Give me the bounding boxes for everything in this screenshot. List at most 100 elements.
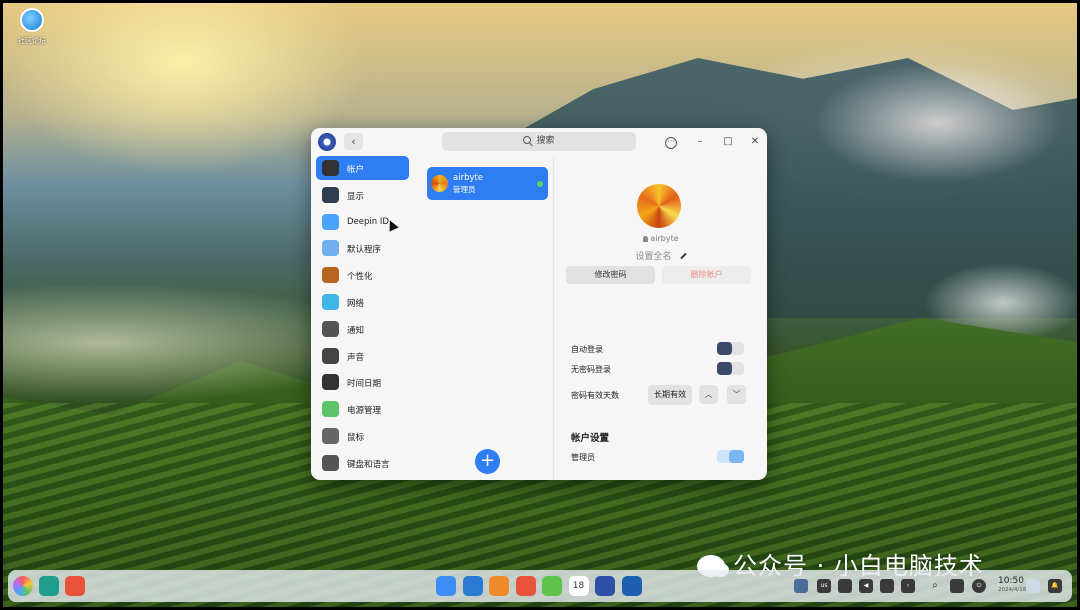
sidebar-item-5[interactable]: 网络 — [316, 290, 409, 314]
sidebar-item-10[interactable]: 鼠标 — [316, 424, 409, 448]
account-role: 管理员 — [453, 185, 476, 194]
keyboard-layout-indicator[interactable]: us — [817, 579, 831, 593]
sidebar-item-label: 声音 — [347, 352, 365, 363]
display-tray-icon[interactable] — [794, 579, 808, 593]
account-list: airbyte 管理员 + — [419, 156, 554, 480]
taskbar: 18 us ◀ › ⌕ ⏻ 10:50 2024/4/18 🔔 — [8, 570, 1072, 602]
sidebar-item-0[interactable]: 帐户 — [316, 156, 409, 180]
sidebar-item-label: 显示 — [347, 191, 365, 202]
bell-icon — [322, 320, 339, 337]
sidebar-item-4[interactable]: 个性化 — [316, 263, 409, 287]
deepin-icon[interactable] — [621, 576, 642, 596]
admin-label: 管理员 — [571, 453, 595, 462]
launcher-icon[interactable] — [13, 576, 33, 596]
palette-icon — [322, 267, 339, 284]
sidebar-item-8[interactable]: 时间日期 — [316, 370, 409, 394]
menu-button[interactable]: ··· — [663, 134, 679, 150]
power-tray-icon[interactable]: ⏻ — [972, 579, 986, 593]
account-detail: airbyte 设置全名 修改密码 删除帐户 自动登录 无密码登录 密码有效天数… — [555, 156, 767, 480]
toggle-knob — [717, 342, 732, 355]
sidebar-item-7[interactable]: 声音 — [316, 344, 409, 368]
multitask-icon[interactable] — [65, 576, 85, 596]
fullname-field[interactable]: 设置全名 — [555, 249, 767, 262]
keyboard-tray-icon[interactable] — [838, 579, 852, 593]
sidebar-item-label: 时间日期 — [347, 379, 382, 390]
add-account-button[interactable]: + — [475, 449, 500, 474]
user-icon — [643, 236, 649, 242]
music-icon[interactable] — [542, 576, 562, 596]
file-manager-icon[interactable] — [489, 576, 509, 596]
pen-tray-icon[interactable] — [880, 579, 894, 593]
change-password-button[interactable]: 修改密码 — [566, 266, 655, 284]
no-password-login-toggle[interactable] — [717, 362, 744, 375]
close-button[interactable]: ✕ — [747, 134, 763, 150]
keyboard-tray-icon[interactable] — [950, 579, 964, 593]
search-input[interactable]: 搜索 — [442, 132, 636, 151]
sidebar-item-label: 键盘和语言 — [347, 459, 390, 470]
sidebar-item-1[interactable]: 显示 — [316, 183, 409, 207]
titlebar: ‹ 搜索 ··· – □ ✕ — [311, 128, 767, 156]
notification-icon[interactable]: 🔔 — [1048, 579, 1062, 593]
admin-row: 管理员 — [566, 447, 752, 467]
edit-pencil-icon[interactable] — [679, 252, 687, 260]
clock-icon — [322, 374, 339, 391]
delete-account-button[interactable]: 删除帐户 — [662, 266, 751, 284]
sidebar-item-label: 个性化 — [347, 272, 373, 283]
auto-login-toggle[interactable] — [717, 342, 744, 355]
desktop-icon-forum[interactable]: 社区论坛 — [14, 8, 50, 46]
sidebar: 帐户显示 Deepin ID 默认程序个性化网络通知声音时间日期电源管理鼠标键盘和语… — [311, 156, 417, 480]
display-icon — [322, 186, 339, 203]
sidebar-item-9[interactable]: 电源管理 — [316, 397, 409, 421]
password-validity-label: 密码有效天数 — [571, 391, 619, 400]
image-viewer-icon[interactable] — [515, 576, 536, 596]
decrease-button[interactable]: ﹀ — [727, 385, 746, 404]
app-store-icon[interactable] — [436, 576, 456, 596]
auto-login-row: 自动登录 — [566, 339, 752, 359]
clock[interactable]: 10:50 2024/4/18 — [998, 577, 1026, 595]
sidebar-item-label: 鼠标 — [347, 433, 365, 443]
section-title: 帐户设置 — [571, 433, 610, 444]
search-placeholder: 搜索 — [536, 136, 555, 146]
sidebar-item-label: 通知 — [347, 325, 365, 336]
maximize-button[interactable]: □ — [720, 134, 736, 150]
avatar — [431, 175, 448, 192]
sidebar-item-11[interactable]: 键盘和语言 — [316, 451, 409, 475]
sidebar-item-label: 网络 — [347, 299, 365, 309]
fullname-placeholder: 设置全名 — [635, 252, 672, 262]
volume-icon[interactable]: ◀ — [859, 579, 873, 593]
expand-tray-icon[interactable]: › — [901, 579, 915, 593]
desktop-icon-label: 社区论坛 — [18, 37, 46, 45]
trash-icon[interactable] — [1026, 579, 1040, 593]
no-password-login-label: 无密码登录 — [571, 365, 611, 374]
search-icon — [523, 136, 532, 144]
minimize-button[interactable]: – — [692, 134, 708, 150]
terminal-icon[interactable] — [39, 576, 59, 596]
username-line: airbyte — [555, 234, 767, 243]
calendar-icon[interactable]: 18 — [568, 576, 589, 596]
back-button[interactable]: ‹ — [344, 133, 363, 150]
search-tray-icon[interactable]: ⌕ — [928, 579, 942, 593]
control-center-icon[interactable] — [595, 576, 615, 596]
sidebar-item-label: 电源管理 — [347, 406, 382, 417]
online-indicator — [537, 181, 543, 187]
mouse-icon — [322, 428, 339, 444]
sidebar-item-label: Deepin ID — [347, 216, 389, 227]
username: airbyte — [650, 234, 679, 243]
browser-icon[interactable] — [462, 576, 483, 596]
account-icon — [322, 160, 339, 176]
password-validity-row: 密码有效天数 长期有效 ︿ ﹀ — [566, 385, 752, 405]
forum-icon — [20, 8, 44, 32]
cloud-icon — [322, 213, 339, 230]
sidebar-item-label: 帐户 — [347, 165, 365, 175]
admin-toggle[interactable] — [717, 450, 744, 463]
sidebar-item-6[interactable]: 通知 — [316, 317, 409, 341]
increase-button[interactable]: ︿ — [699, 385, 718, 404]
auto-login-label: 自动登录 — [571, 345, 603, 354]
account-card[interactable]: airbyte 管理员 — [427, 167, 548, 200]
avatar-large[interactable] — [637, 184, 681, 228]
sidebar-item-3[interactable]: 默认程序 — [316, 236, 409, 260]
control-center-logo-icon — [318, 133, 336, 151]
more-icon: ··· — [665, 137, 677, 149]
clock-time: 10:50 — [998, 576, 1024, 586]
password-validity-value[interactable]: 长期有效 — [648, 385, 692, 405]
